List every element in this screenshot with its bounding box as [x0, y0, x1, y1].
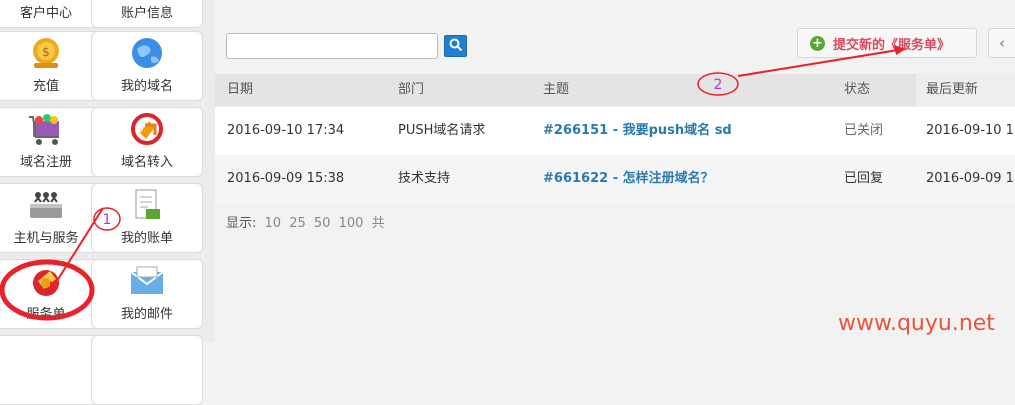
sidebar-item-domain-transfer[interactable]: 域名转入 — [91, 107, 203, 177]
sidebar-item-more[interactable] — [91, 335, 203, 405]
sidebar-item-hosting-services[interactable]: 主机与服务 — [0, 183, 102, 253]
sidebar-item-my-bills[interactable]: 我的账单 — [91, 183, 203, 253]
column-header-subject[interactable]: 主题 — [543, 74, 569, 106]
sidebar-item-recharge[interactable]: $ 充值 — [0, 31, 102, 101]
column-header-department[interactable]: 部门 — [398, 74, 424, 106]
page-size-option[interactable]: 50 — [314, 216, 331, 231]
coins-icon: $ — [24, 33, 68, 73]
watermark: www.quyu.net — [838, 311, 995, 336]
sidebar-item-more[interactable] — [0, 335, 102, 405]
sidebar-item-customer-center[interactable]: 客户中心 — [0, 0, 102, 28]
ticket-subject-link[interactable]: #661622 - 怎样注册域名？ — [543, 155, 714, 203]
page-size-option[interactable]: 100 — [339, 216, 364, 231]
ticket-date: 2016-09-09 15:38 — [227, 171, 345, 186]
ticket-date: 2016-09-10 17:34 — [227, 123, 345, 138]
ticket-last-updated: 2016-09-10 17 — [926, 123, 1015, 138]
ticket-status: 已回复 — [844, 171, 884, 186]
table-row[interactable]: 2016-09-09 15:38 技术支持 #661622 - 怎样注册域名？ … — [215, 155, 1015, 203]
transfer-icon — [125, 109, 169, 149]
ticket-icon — [24, 261, 68, 301]
sidebar-item-account-info[interactable]: 账户信息 — [91, 0, 203, 28]
search-button[interactable] — [444, 35, 467, 57]
sidebar: 客户中心 账户信息 $ 充值 我的域名 域名注册 域名转入 主机与服务 我的账单… — [0, 0, 215, 405]
previous-button[interactable]: ‹ — [988, 28, 1015, 58]
submit-ticket-button[interactable]: + 提交新的《服务单》 — [797, 28, 977, 58]
search-input[interactable] — [226, 33, 438, 59]
sidebar-item-label: 我的账单 — [120, 231, 173, 246]
table-header: 日期 部门 主题 状态 最后更新 — [215, 74, 1015, 106]
chevron-left-icon: ‹ — [999, 34, 1005, 52]
table-row[interactable]: 2016-09-10 17:34 PUSH域名请求 #266151 - 我要pu… — [215, 107, 1015, 155]
page-size-option[interactable]: 25 — [289, 216, 306, 231]
sidebar-item-label: 我的邮件 — [120, 307, 173, 322]
ticket-department: 技术支持 — [398, 171, 451, 186]
sidebar-item-label: 服务单 — [26, 307, 66, 322]
sidebar-item-label: 我的域名 — [120, 79, 173, 94]
ticket-subject-link[interactable]: #266151 - 我要push域名 sd — [543, 107, 732, 155]
sidebar-item-service-ticket[interactable]: 服务单 — [0, 259, 102, 329]
mail-icon — [125, 261, 169, 301]
page-size-label: 显示: — [226, 216, 257, 231]
column-header-status[interactable]: 状态 — [844, 74, 870, 106]
page-size-option[interactable]: 10 — [265, 216, 282, 231]
sidebar-item-domain-register[interactable]: 域名注册 — [0, 107, 102, 177]
page-size-total: 共 — [371, 216, 385, 231]
submit-ticket-label: 提交新的《服务单》 — [833, 37, 951, 53]
sidebar-item-label: 主机与服务 — [13, 231, 79, 246]
cart-icon — [24, 109, 68, 149]
sidebar-item-my-mail[interactable]: 我的邮件 — [91, 259, 203, 329]
sidebar-item-label: 客户中心 — [19, 6, 72, 21]
bill-icon — [125, 185, 169, 225]
search-icon — [449, 37, 463, 56]
sidebar-item-label: 账户信息 — [120, 6, 173, 21]
sidebar-item-my-domains[interactable]: 我的域名 — [91, 31, 203, 101]
server-icon — [24, 185, 68, 225]
ticket-last-updated: 2016-09-09 15 — [926, 171, 1015, 186]
svg-text:$: $ — [42, 45, 50, 59]
sidebar-item-label: 域名转入 — [120, 155, 173, 170]
ticket-department: PUSH域名请求 — [398, 123, 486, 138]
main-panel: + 提交新的《服务单》 ‹ 日期 部门 主题 状态 最后更新 2016-09-1… — [215, 0, 1015, 342]
column-header-date[interactable]: 日期 — [227, 74, 253, 106]
plus-icon: + — [810, 35, 825, 51]
column-header-last-updated[interactable]: 最后更新 — [916, 74, 1015, 106]
globe-icon — [125, 33, 169, 73]
sidebar-item-label: 域名注册 — [19, 155, 72, 170]
ticket-status: 已关闭 — [844, 123, 884, 138]
sidebar-item-label: 充值 — [32, 79, 59, 94]
page-size-selector: 显示: 10 25 50 100 共 — [226, 212, 385, 231]
